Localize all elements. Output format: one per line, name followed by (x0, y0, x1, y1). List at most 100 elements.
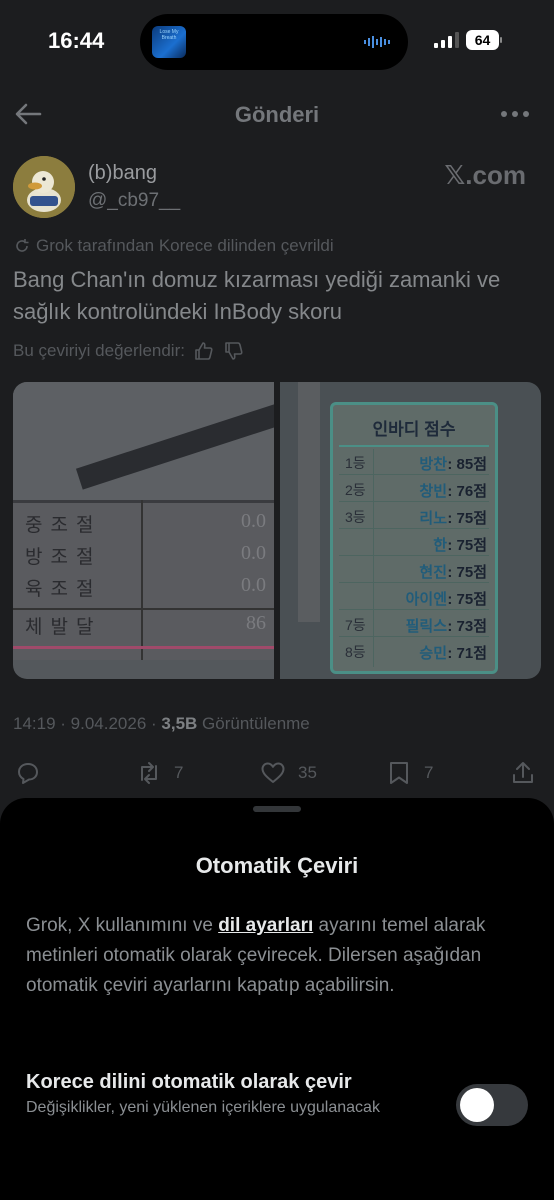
more-horizontal-icon[interactable] (500, 106, 530, 122)
inbody-row-value: 0.0 (241, 574, 266, 596)
author-name[interactable]: (b)bang (88, 162, 157, 185)
score-row: 아이엔 : 75점 (339, 586, 489, 610)
post-timestamp: 14:19 · 9.04.2026 · (13, 714, 162, 733)
inbody-row-value: 0.0 (241, 510, 266, 532)
post-image-left[interactable]: 중조절 0.0 방조절 0.0 육조절 0.0 체발달 86 (13, 382, 274, 679)
reply-button[interactable] (15, 760, 53, 786)
score-name: 한 (433, 537, 447, 554)
repost-button[interactable]: 7 (136, 760, 183, 786)
score-rank: 1등 (345, 455, 366, 471)
dynamic-island[interactable]: Lose My Breath (140, 14, 408, 70)
score-rank: 8등 (345, 644, 366, 660)
thumbs-down-icon[interactable] (223, 340, 245, 362)
rate-translation: Bu çeviriyi değerlendir: (13, 340, 245, 362)
score-name: 필릭스 (405, 618, 447, 635)
x-watermark: 𝕏.com (444, 160, 526, 190)
score-value: : 75점 (447, 510, 487, 527)
share-button[interactable] (510, 760, 536, 786)
score-name: 아이엔 (405, 591, 447, 608)
score-row-rule (339, 474, 489, 475)
battery-level: 64 (466, 30, 499, 50)
sheet-description-part1: Grok, X kullanımını ve (26, 915, 219, 936)
score-name: 창빈 (419, 483, 447, 500)
score-row-rule (339, 528, 489, 529)
inbody-row: 방조절 0.0 (13, 542, 274, 574)
inbody-row: 체발달 86 (13, 612, 274, 644)
score-name: 리노 (419, 510, 447, 527)
views-label: Görüntülenme (197, 714, 310, 733)
background-pole (298, 382, 320, 622)
audio-wave-icon (364, 36, 390, 48)
score-row-rule (339, 582, 489, 583)
score-row-rule (339, 555, 489, 556)
share-icon (513, 762, 533, 783)
bookmark-button[interactable]: 7 (386, 760, 433, 786)
inbody-row-label: 체발달 (25, 616, 102, 638)
sheet-description: Grok, X kullanımını ve dil ayarları ayar… (26, 911, 530, 1001)
inbody-score-board: 인바디 점수 1등 방찬 : 85점 2등 창빈 : 76점 3등 리노 : 7… (330, 402, 498, 674)
score-rank: 3등 (345, 509, 366, 525)
battery-indicator: 64 (466, 30, 502, 50)
repost-count: 7 (174, 763, 184, 782)
table-pink-rule (13, 646, 274, 649)
score-value: : 71점 (447, 645, 487, 662)
table-rule (13, 608, 274, 610)
score-name: 방찬 (419, 456, 447, 473)
translated-note-text: Grok tarafından Korece dilinden çevrildi (36, 236, 334, 255)
refresh-icon (16, 239, 29, 252)
screen: 16:44 Lose My Breath 64 Gönderi (b)bang … (0, 0, 554, 1200)
post-text: Bang Chan'ın domuz kızarması yediği zama… (13, 267, 501, 324)
score-name: 현진 (419, 564, 447, 581)
sheet-drag-handle[interactable] (253, 806, 301, 812)
now-playing-art-text: Lose My Breath (159, 29, 179, 41)
score-value: : 75점 (447, 564, 487, 581)
score-rank: 2등 (345, 482, 366, 498)
bookmark-count: 7 (424, 763, 434, 782)
like-count: 35 (298, 763, 317, 782)
score-row: 8등 승민 : 71점 (339, 640, 489, 664)
thumbs-up-icon[interactable] (193, 340, 215, 362)
auto-translate-sheet: Otomatik Çeviri Grok, X kullanımını ve d… (0, 798, 554, 1200)
score-row-rule (339, 636, 489, 637)
toggle-knob (460, 1088, 494, 1122)
translated-note[interactable]: Grok tarafından Korece dilinden çevrildi (14, 236, 334, 256)
auto-translate-setting-subtitle: Değişiklikler, yeni yüklenen içeriklere … (26, 1099, 380, 1116)
heart-icon (261, 762, 285, 783)
avatar[interactable] (13, 156, 75, 218)
inbody-row-label: 중조절 (25, 514, 102, 536)
author-handle[interactable]: @_cb97__ (88, 190, 180, 212)
auto-translate-setting-label: Korece dilini otomatik olarak çevir (26, 1071, 352, 1093)
score-name: 승민 (419, 645, 447, 662)
score-row: 2등 창빈 : 76점 (339, 478, 489, 502)
shirt-photo-area (13, 382, 274, 500)
page-title: Gönderi (234, 102, 320, 127)
inbody-row: 육조절 0.0 (13, 574, 274, 606)
post-image-right[interactable]: 인바디 점수 1등 방찬 : 85점 2등 창빈 : 76점 3등 리노 : 7… (280, 382, 541, 679)
score-row-rule (339, 501, 489, 502)
score-row: 현진 : 75점 (339, 559, 489, 583)
score-value: : 75점 (447, 591, 487, 608)
auto-translate-toggle[interactable] (456, 1084, 528, 1126)
inbody-row-label: 육조절 (25, 578, 102, 600)
score-value: : 76점 (447, 483, 487, 500)
like-button[interactable]: 35 (260, 760, 317, 786)
score-value: : 73점 (447, 618, 487, 635)
score-row-rule (339, 609, 489, 610)
score-row: 3등 리노 : 75점 (339, 505, 489, 529)
score-board-title-rule (339, 445, 489, 447)
now-playing-artwork: Lose My Breath (152, 26, 186, 58)
repost-icon (141, 762, 157, 784)
status-time: 16:44 (48, 28, 105, 53)
inbody-row-value: 86 (246, 612, 266, 634)
duck-avatar-icon (13, 156, 75, 218)
cellular-signal-icon (434, 32, 459, 48)
score-value: : 85점 (447, 456, 487, 473)
rate-prompt: Bu çeviriyi değerlendir: (13, 341, 185, 360)
reply-icon (18, 763, 38, 784)
inbody-row-label: 방조절 (25, 546, 102, 568)
language-settings-link[interactable]: dil ayarları (218, 915, 313, 936)
score-value: : 75점 (447, 537, 487, 554)
score-row: 한 : 75점 (339, 532, 489, 556)
inbody-row: 중조절 0.0 (13, 510, 274, 542)
score-row: 1등 방찬 : 85점 (339, 451, 489, 475)
